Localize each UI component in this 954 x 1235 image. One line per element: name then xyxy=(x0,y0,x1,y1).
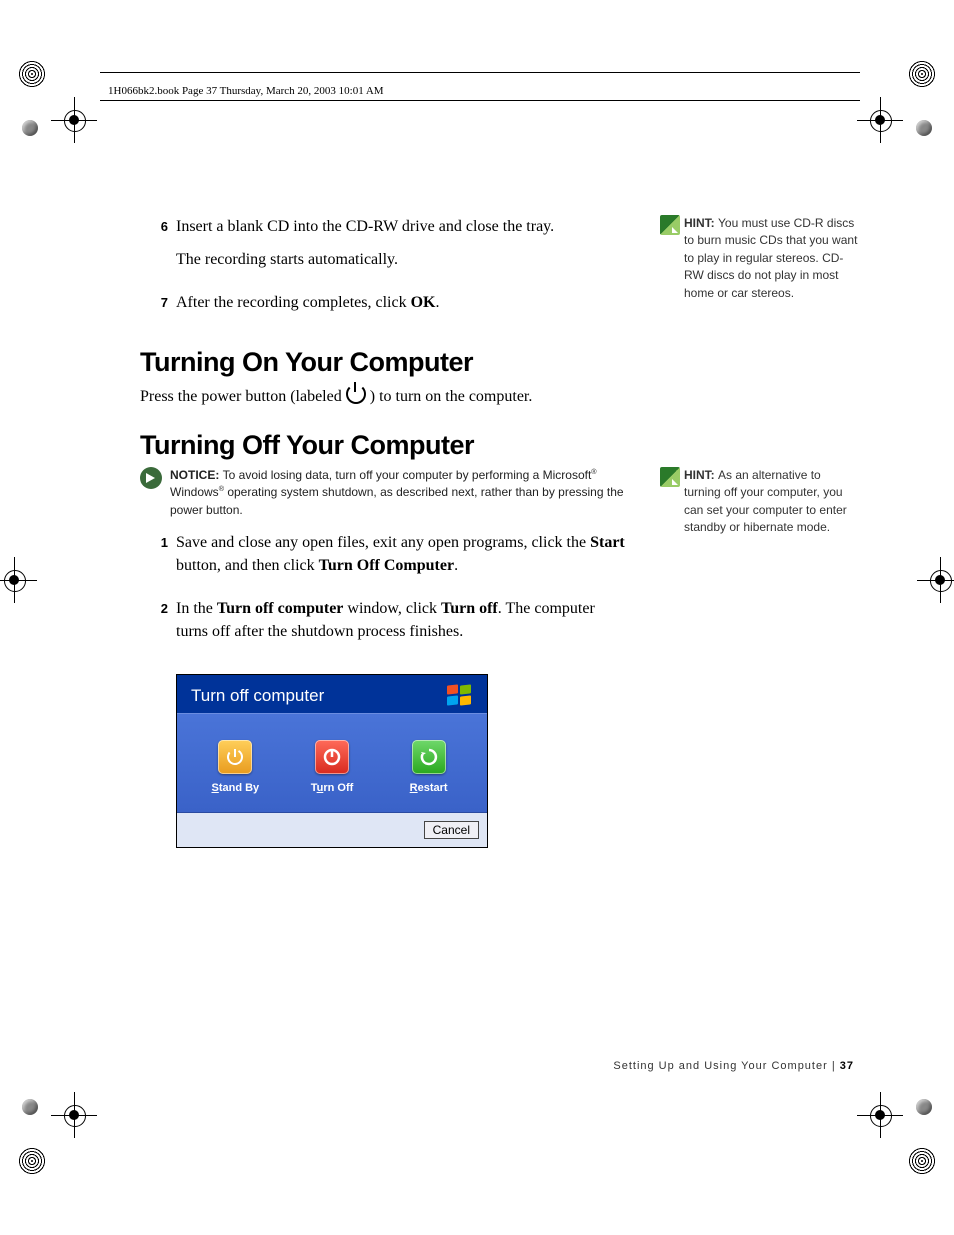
turn-off-dialog: Turn off computer Stand By Turn Off xyxy=(176,674,488,848)
windows-flag-icon xyxy=(447,685,473,707)
crop-target xyxy=(908,1147,936,1175)
crop-dot xyxy=(22,120,38,136)
window-name: Turn off computer xyxy=(217,600,344,617)
turn-off-computer-label: Turn Off Computer xyxy=(319,557,454,574)
registration-mark xyxy=(0,560,34,600)
registration-mark xyxy=(54,100,94,140)
main-column: 6 Insert a blank CD into the CD-RW drive… xyxy=(140,215,630,848)
step-1-off: 1 Save and close any open files, exit an… xyxy=(140,531,630,587)
text: . xyxy=(454,557,458,574)
step-number: 6 xyxy=(140,215,176,281)
step-number: 1 xyxy=(140,531,176,587)
crop-dot xyxy=(916,120,932,136)
header-rule xyxy=(100,72,860,73)
crop-target xyxy=(18,60,46,88)
crop-dot xyxy=(22,1099,38,1115)
restart-label: Restart xyxy=(410,782,448,794)
step-text: In the Turn off computer window, click T… xyxy=(176,597,630,643)
step-text: After the recording completes, click OK. xyxy=(176,291,630,314)
text: . xyxy=(435,294,439,311)
turnoff-icon xyxy=(315,740,349,774)
running-header: 1H066bk2.book Page 37 Thursday, March 20… xyxy=(108,85,384,97)
footer-sep: | xyxy=(828,1060,840,1072)
hint-block: HINT: As an alternative to turning off y… xyxy=(660,467,860,537)
dialog-titlebar: Turn off computer xyxy=(177,675,487,713)
restart-option[interactable]: Restart xyxy=(389,740,469,794)
turnoff-option[interactable]: Turn Off xyxy=(292,740,372,794)
notice-body: NOTICE: To avoid losing data, turn off y… xyxy=(170,467,630,519)
text: Save and close any open files, exit any … xyxy=(176,534,590,551)
standby-option[interactable]: Stand By xyxy=(195,740,275,794)
notice-block: NOTICE: To avoid losing data, turn off y… xyxy=(140,467,630,519)
step-text: Insert a blank CD into the CD-RW drive a… xyxy=(176,215,630,238)
dialog-footer: Cancel xyxy=(177,813,487,847)
text: Press the power button (labeled xyxy=(140,388,346,405)
text: After the recording completes, click xyxy=(176,294,411,311)
text: window, click xyxy=(343,600,441,617)
page-number: 37 xyxy=(840,1060,854,1072)
hint-icon xyxy=(660,215,684,302)
header-rule xyxy=(100,100,860,101)
step-7: 7 After the recording completes, click O… xyxy=(140,291,630,324)
text: operating system shutdown, as described … xyxy=(170,485,624,516)
hint-icon xyxy=(660,467,684,537)
registered-mark: ® xyxy=(591,467,596,476)
registration-mark xyxy=(860,100,900,140)
heading-turning-off: Turning Off Your Computer xyxy=(140,430,630,461)
heading-turning-on: Turning On Your Computer xyxy=(140,347,630,378)
crop-target xyxy=(18,1147,46,1175)
registration-mark xyxy=(54,1095,94,1135)
ok-label: OK xyxy=(411,294,436,311)
step-text: The recording starts automatically. xyxy=(176,248,630,271)
notice-icon xyxy=(140,467,170,519)
dialog-title-text: Turn off computer xyxy=(191,686,324,706)
text: ) to turn on the computer. xyxy=(366,388,533,405)
hint-body: HINT: You must use CD-R discs to burn mu… xyxy=(684,215,860,302)
crop-dot xyxy=(916,1099,932,1115)
turnoff-label: Turn Off xyxy=(311,782,354,794)
start-label: Start xyxy=(590,534,625,551)
hint-body: HINT: As an alternative to turning off y… xyxy=(684,467,860,537)
standby-label: Stand By xyxy=(211,782,259,794)
sidebar-column: HINT: You must use CD-R discs to burn mu… xyxy=(660,215,860,587)
text: Windows xyxy=(170,485,219,499)
page-footer: Setting Up and Using Your Computer | 37 xyxy=(613,1060,854,1072)
hint-label: HINT: xyxy=(684,216,718,230)
standby-icon xyxy=(218,740,252,774)
registration-mark xyxy=(860,1095,900,1135)
step-number: 7 xyxy=(140,291,176,324)
cancel-button[interactable]: Cancel xyxy=(424,821,479,839)
text: button, and then click xyxy=(176,557,319,574)
notice-label: NOTICE: xyxy=(170,468,223,482)
turning-on-text: Press the power button (labeled ) to tur… xyxy=(140,384,630,408)
step-2-off: 2 In the Turn off computer window, click… xyxy=(140,597,630,653)
registration-mark xyxy=(920,560,954,600)
hint-block: HINT: You must use CD-R discs to burn mu… xyxy=(660,215,860,302)
text: In the xyxy=(176,600,217,617)
step-number: 2 xyxy=(140,597,176,653)
crop-target xyxy=(908,60,936,88)
turn-off-label: Turn off xyxy=(441,600,498,617)
step-6: 6 Insert a blank CD into the CD-RW drive… xyxy=(140,215,630,281)
footer-section: Setting Up and Using Your Computer xyxy=(613,1060,827,1072)
text: To avoid losing data, turn off your comp… xyxy=(223,468,592,482)
power-icon xyxy=(346,384,366,404)
hint-label: HINT: xyxy=(684,468,718,482)
step-text: Save and close any open files, exit any … xyxy=(176,531,630,577)
dialog-body: Stand By Turn Off Restart xyxy=(177,713,487,813)
restart-icon xyxy=(412,740,446,774)
